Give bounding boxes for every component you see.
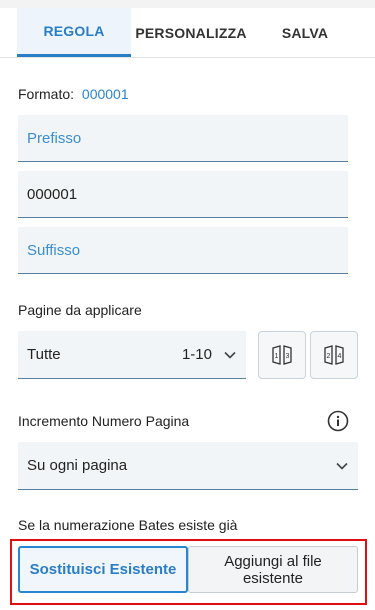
- svg-text:4: 4: [338, 353, 342, 360]
- svg-text:2: 2: [327, 353, 331, 360]
- increment-label: Incremento Numero Pagina: [18, 413, 190, 429]
- pages-range: 1-10: [181, 346, 212, 363]
- tab-bar: REGOLA PERSONALIZZA SALVA: [0, 8, 375, 58]
- prefix-field[interactable]: Prefisso: [18, 115, 348, 162]
- increment-select[interactable]: Su ogni pagina: [18, 442, 358, 490]
- format-label: Formato:: [18, 86, 75, 102]
- even-pages-icon: 2 4: [324, 345, 344, 365]
- pages-label: Pagine da applicare: [18, 302, 142, 318]
- number-field[interactable]: 000001: [18, 171, 348, 218]
- append-existing-option[interactable]: Aggiungi al file esistente: [188, 546, 358, 593]
- chevron-down-icon: [224, 351, 236, 359]
- increment-selected: Su ogni pagina: [27, 457, 128, 474]
- even-pages-button[interactable]: 2 4: [310, 331, 358, 379]
- suffix-field[interactable]: Suffisso: [18, 227, 348, 274]
- format-value: 000001: [81, 86, 129, 102]
- svg-text:3: 3: [286, 353, 290, 360]
- odd-pages-button[interactable]: 1 3: [258, 331, 306, 379]
- info-icon[interactable]: [327, 410, 349, 432]
- pages-select[interactable]: Tutte 1-10: [18, 331, 246, 379]
- replace-existing-option[interactable]: Sostituisci Esistente: [18, 546, 188, 593]
- svg-text:1: 1: [275, 353, 279, 360]
- top-bar: [0, 0, 375, 8]
- chevron-down-icon: [336, 462, 348, 470]
- tab-personalizza[interactable]: PERSONALIZZA: [131, 8, 251, 57]
- pages-selected: Tutte: [27, 346, 61, 363]
- tab-regola[interactable]: REGOLA: [17, 8, 131, 57]
- format-row: Formato: 000001: [18, 86, 129, 102]
- odd-pages-icon: 1 3: [272, 345, 292, 365]
- existing-label: Se la numerazione Bates esiste già: [18, 517, 238, 533]
- tab-salva[interactable]: SALVA: [252, 8, 358, 57]
